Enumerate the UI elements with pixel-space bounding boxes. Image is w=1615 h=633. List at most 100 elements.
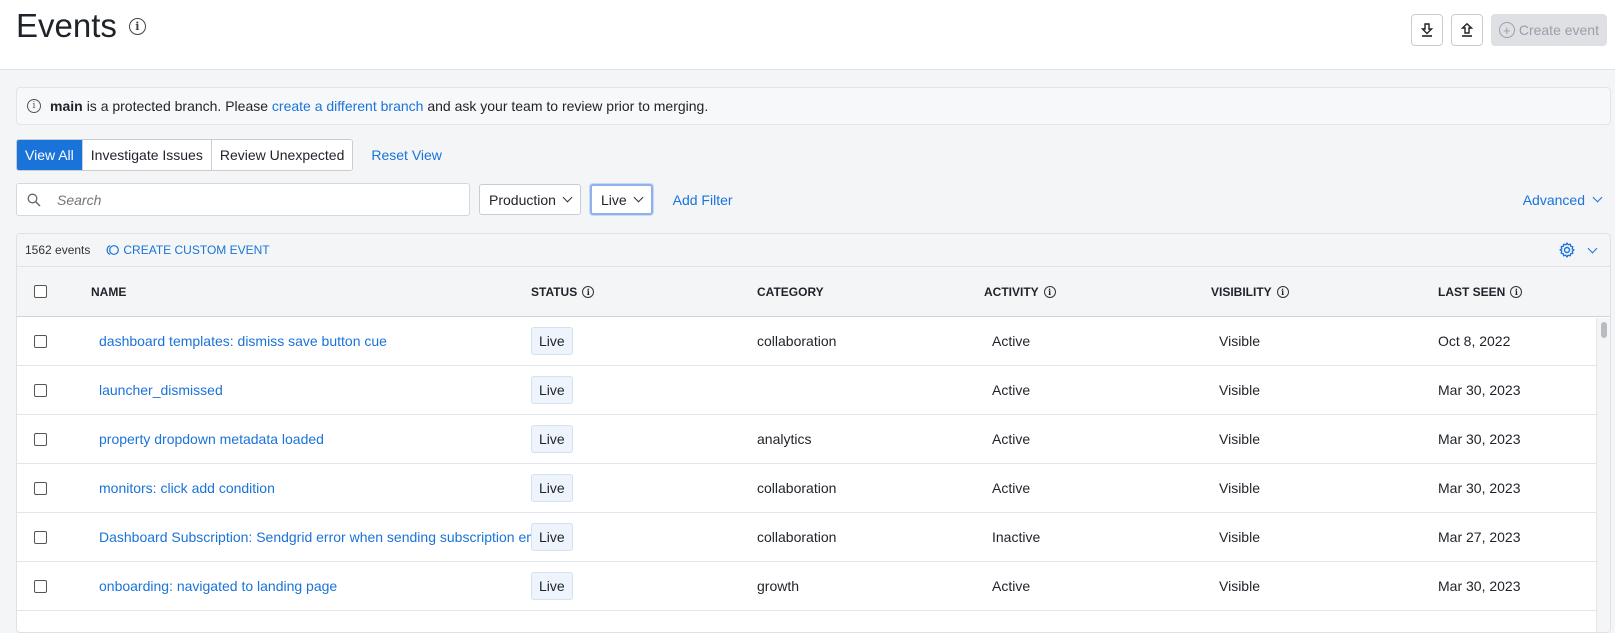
search-input[interactable] <box>55 190 435 209</box>
event-visibility: Visible <box>1219 480 1260 496</box>
column-activity-label: ACTIVITY <box>984 284 1039 299</box>
column-last-seen[interactable]: LAST SEEN i <box>1438 285 1578 299</box>
table-header: NAME STATUS i CATEGORY ACTIVITY i VISIBI… <box>17 267 1610 317</box>
status-value: Live <box>600 191 627 208</box>
event-visibility: Visible <box>1219 382 1260 398</box>
event-last-seen: Mar 27, 2023 <box>1438 529 1521 545</box>
event-name-link[interactable]: onboarding: navigated to landing page <box>91 578 531 594</box>
event-name-link[interactable]: dashboard templates: dismiss save button… <box>91 333 531 349</box>
status-badge: Live <box>531 523 573 551</box>
event-name-link[interactable]: launcher_dismissed <box>91 382 531 398</box>
table-row[interactable]: dashboard templates: dismiss save button… <box>17 317 1610 366</box>
info-icon[interactable]: i <box>1276 285 1289 298</box>
event-last-seen: Mar 30, 2023 <box>1438 382 1521 398</box>
custom-event-icon <box>107 244 120 256</box>
info-icon[interactable]: i <box>1510 285 1523 298</box>
column-visibility-label: VISIBILITY <box>1211 284 1272 299</box>
table-body: dashboard templates: dismiss save button… <box>17 317 1610 611</box>
select-all-checkbox[interactable] <box>34 285 47 298</box>
environment-dropdown[interactable]: Production <box>479 184 581 215</box>
plus-circle-icon: + <box>1498 22 1515 38</box>
row-checkbox[interactable] <box>34 334 47 348</box>
status-badge: Live <box>531 474 573 502</box>
info-icon[interactable]: i <box>128 17 146 35</box>
event-last-seen: Mar 30, 2023 <box>1438 431 1521 447</box>
add-filter-link[interactable]: Add Filter <box>673 192 733 208</box>
event-visibility: Visible <box>1219 333 1260 349</box>
filter-bar: Production Live Add Filter Advanced <box>16 183 1611 216</box>
event-count: 1562 events <box>25 243 91 257</box>
reset-view-link[interactable]: Reset View <box>371 147 442 163</box>
gear-icon[interactable] <box>1559 242 1575 258</box>
column-activity[interactable]: ACTIVITY i <box>984 285 1211 299</box>
vertical-scrollbar[interactable] <box>1596 318 1610 632</box>
create-event-label: Create event <box>1518 22 1599 38</box>
status-badge: Live <box>531 425 573 453</box>
view-switcher: View All Investigate Issues Review Unexp… <box>16 139 442 171</box>
create-event-button[interactable]: + Create event <box>1490 14 1607 46</box>
chevron-down-icon <box>1592 192 1603 203</box>
page-header: Events i + Create event <box>0 0 1615 70</box>
row-checkbox[interactable] <box>34 579 47 593</box>
advanced-toggle[interactable]: Advanced <box>1522 191 1603 208</box>
event-activity: Active <box>992 382 1031 398</box>
event-visibility: Visible <box>1219 431 1260 447</box>
event-name-link[interactable]: property dropdown metadata loaded <box>91 431 531 447</box>
column-visibility[interactable]: VISIBILITY i <box>1211 285 1438 299</box>
environment-value: Production <box>489 191 556 208</box>
tab-investigate-issues[interactable]: Investigate Issues <box>82 140 212 170</box>
download-icon <box>1420 23 1434 37</box>
table-row[interactable]: monitors: click add condition Live colla… <box>17 464 1610 513</box>
table-row[interactable]: Dashboard Subscription: Sendgrid error w… <box>17 513 1610 562</box>
event-activity: Active <box>992 333 1031 349</box>
table-row[interactable]: launcher_dismissed Live Active Visible M… <box>17 366 1610 415</box>
row-checkbox[interactable] <box>34 432 47 446</box>
status-badge: Live <box>531 572 573 600</box>
column-status-label: STATUS <box>531 284 578 299</box>
event-visibility: Visible <box>1219 578 1260 594</box>
info-icon[interactable]: i <box>1043 285 1056 298</box>
chevron-down-icon <box>562 192 573 203</box>
info-icon: i <box>27 99 41 113</box>
column-status[interactable]: STATUS i <box>531 285 757 299</box>
page-title: Events <box>16 7 117 44</box>
event-category: collaboration <box>757 333 837 349</box>
create-custom-event-button[interactable]: CREATE CUSTOM EVENT <box>106 243 270 257</box>
protected-branch-banner: i main is a protected branch. Please cre… <box>16 87 1611 125</box>
event-last-seen: Mar 30, 2023 <box>1438 480 1521 496</box>
create-branch-link[interactable]: create a different branch <box>272 98 424 114</box>
column-category[interactable]: CATEGORY <box>757 285 984 299</box>
table-row[interactable]: onboarding: navigated to landing page Li… <box>17 562 1610 611</box>
search-icon <box>27 193 41 206</box>
row-checkbox[interactable] <box>34 530 47 544</box>
tab-view-all[interactable]: View All <box>17 140 83 170</box>
event-category: growth <box>757 578 800 594</box>
event-name-link[interactable]: monitors: click add condition <box>91 480 531 496</box>
column-name[interactable]: NAME <box>91 285 531 299</box>
banner-text-after: and ask your team to review prior to mer… <box>427 98 709 114</box>
scrollbar-thumb[interactable] <box>1601 322 1607 338</box>
create-custom-event-label: CREATE CUSTOM EVENT <box>123 243 270 257</box>
event-name-link[interactable]: Dashboard Subscription: Sendgrid error w… <box>91 529 531 545</box>
info-icon[interactable]: i <box>582 285 595 298</box>
search-box[interactable] <box>16 183 470 216</box>
upload-button[interactable] <box>1450 14 1483 46</box>
status-dropdown[interactable]: Live <box>589 184 653 215</box>
chevron-down-icon[interactable] <box>1587 243 1598 253</box>
event-visibility: Visible <box>1219 529 1260 545</box>
event-category: collaboration <box>757 480 837 496</box>
status-badge: Live <box>531 327 573 355</box>
row-checkbox[interactable] <box>34 481 47 495</box>
download-button[interactable] <box>1410 14 1443 46</box>
event-activity: Active <box>992 480 1031 496</box>
table-toolbar: 1562 events CREATE CUSTOM EVENT <box>17 234 1610 267</box>
tab-review-unexpected[interactable]: Review Unexpected <box>211 140 353 170</box>
event-last-seen: Mar 30, 2023 <box>1438 578 1521 594</box>
chevron-down-icon <box>633 192 644 203</box>
row-checkbox[interactable] <box>34 383 47 397</box>
event-last-seen: Oct 8, 2022 <box>1438 333 1511 349</box>
table-row[interactable]: property dropdown metadata loaded Live a… <box>17 415 1610 464</box>
advanced-label: Advanced <box>1522 191 1585 208</box>
events-table: 1562 events CREATE CUSTOM EVENT NAME STA… <box>16 233 1611 633</box>
column-last-seen-label: LAST SEEN <box>1438 284 1506 299</box>
